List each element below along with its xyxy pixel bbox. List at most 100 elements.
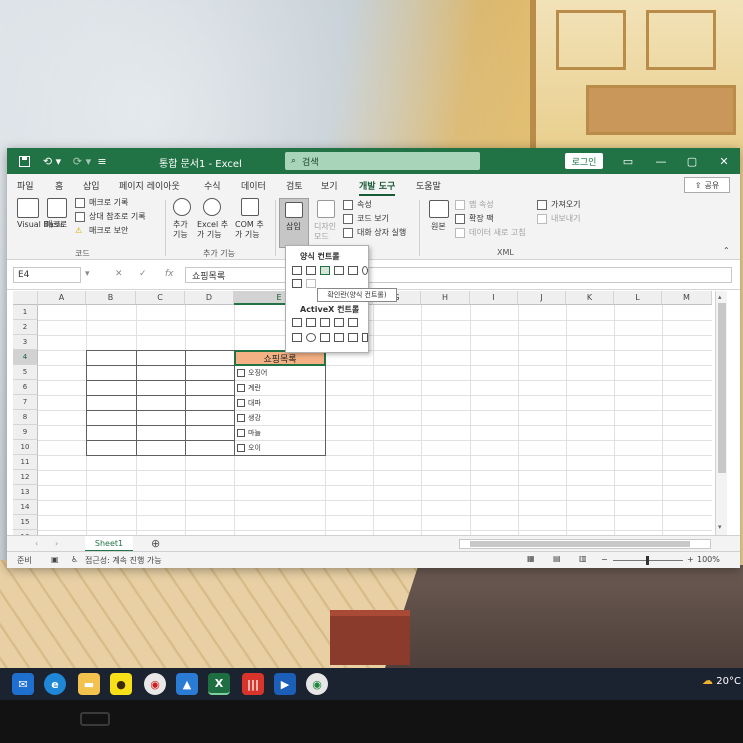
tab-page-layout[interactable]: 페이지 레이아웃: [119, 179, 180, 192]
worksheet-grid[interactable]: A B C D E F G H I J K L M 1 2 3 4 5 6 7 …: [7, 291, 740, 535]
column-header[interactable]: C: [136, 291, 185, 305]
login-button[interactable]: 로그인: [565, 153, 603, 169]
macro-security-button[interactable]: 매크로 보안: [89, 226, 128, 236]
map-properties-button[interactable]: 맵 속성: [469, 200, 494, 210]
redo-icon[interactable]: ⟳ ▾: [69, 152, 95, 170]
column-header[interactable]: L: [614, 291, 662, 305]
checkbox-item[interactable]: 오징어: [237, 368, 267, 378]
addins-label[interactable]: 추가 기능: [173, 220, 195, 240]
column-header[interactable]: K: [566, 291, 614, 305]
tab-data[interactable]: 데이터: [241, 179, 266, 192]
xml-source-icon[interactable]: [429, 200, 449, 218]
checkbox-icon[interactable]: [237, 384, 245, 392]
checkbox-icon[interactable]: [237, 429, 245, 437]
activex-label-icon[interactable]: [320, 333, 330, 342]
insert-function-icon[interactable]: fx: [165, 269, 174, 279]
visual-basic-label[interactable]: Visual Basic: [17, 220, 65, 230]
collapse-ribbon-icon[interactable]: ⌃: [723, 246, 730, 256]
macro-record-icon[interactable]: ▣: [51, 555, 59, 564]
column-header[interactable]: I: [470, 291, 518, 305]
com-addins-icon[interactable]: [241, 198, 259, 216]
zoom-slider-thumb[interactable]: [646, 556, 649, 565]
chrome-canary-icon[interactable]: ◉: [144, 673, 166, 695]
photos-icon[interactable]: ▲: [176, 673, 198, 695]
save-icon[interactable]: [17, 152, 31, 170]
xml-source-label[interactable]: 원본: [431, 222, 446, 232]
checkbox-control-icon[interactable]: [320, 266, 330, 275]
import-button[interactable]: 가져오기: [551, 200, 580, 210]
visual-basic-icon[interactable]: [17, 198, 39, 218]
tab-developer[interactable]: 개발 도구: [359, 179, 396, 196]
close-icon[interactable]: ✕: [715, 152, 733, 170]
button-control-icon[interactable]: [292, 266, 302, 275]
ribbon-display-icon[interactable]: ▭: [619, 152, 637, 170]
checkbox-item[interactable]: 계란: [237, 383, 261, 393]
row-header[interactable]: 5: [13, 365, 38, 380]
tab-formulas[interactable]: 수식: [204, 179, 221, 192]
activex-combo-icon[interactable]: [306, 318, 316, 327]
kakaotalk-icon[interactable]: ●: [110, 673, 132, 695]
label-control-icon[interactable]: [306, 279, 316, 288]
scroll-up-icon[interactable]: ▴: [718, 293, 722, 301]
search-input[interactable]: ⌕ 검색: [285, 152, 480, 170]
column-header[interactable]: A: [38, 291, 86, 305]
addins-icon[interactable]: [173, 198, 191, 216]
group-box-control-icon[interactable]: [292, 279, 302, 288]
mail-icon[interactable]: ✉: [12, 673, 34, 695]
row-header[interactable]: 9: [13, 425, 38, 440]
tab-home[interactable]: 홈: [55, 179, 63, 192]
scroll-down-icon[interactable]: ▾: [718, 523, 722, 531]
vertical-scrollbar[interactable]: ▴ ▾: [715, 291, 727, 535]
row-header[interactable]: 15: [13, 515, 38, 530]
activex-toggle-icon[interactable]: [348, 333, 358, 342]
media-player-icon[interactable]: ▶: [274, 673, 296, 695]
tab-insert[interactable]: 삽입: [83, 179, 100, 192]
checkbox-item[interactable]: 생강: [237, 413, 261, 423]
row-header[interactable]: 11: [13, 455, 38, 470]
enter-formula-icon[interactable]: ✓: [139, 269, 147, 279]
customize-toolbar-icon[interactable]: ≡: [97, 152, 107, 170]
activex-button-icon[interactable]: [292, 318, 302, 327]
checkbox-icon[interactable]: [237, 399, 245, 407]
select-all-corner[interactable]: [13, 291, 38, 305]
formula-input[interactable]: 쇼핑목록: [185, 267, 732, 283]
design-mode-label[interactable]: 디자인 모드: [314, 222, 338, 242]
add-sheet-icon[interactable]: ⊕: [151, 537, 160, 550]
checkbox-item[interactable]: 오이: [237, 443, 261, 453]
file-explorer-icon[interactable]: ▬: [78, 673, 100, 695]
activex-image-icon[interactable]: [334, 333, 344, 342]
accessibility-icon[interactable]: ♿: [71, 555, 78, 564]
horizontal-scrollbar[interactable]: [459, 539, 711, 549]
zoom-in-icon[interactable]: +: [687, 555, 694, 564]
accessibility-status[interactable]: 접근성: 계속 진행 가능: [85, 555, 162, 566]
row-header[interactable]: 14: [13, 500, 38, 515]
column-header[interactable]: M: [662, 291, 712, 305]
column-header[interactable]: J: [518, 291, 566, 305]
run-dialog-button[interactable]: 대화 상자 실행: [357, 228, 406, 238]
prev-sheet-icon[interactable]: ‹: [35, 539, 38, 548]
export-button[interactable]: 내보내기: [551, 214, 580, 224]
excel-addins-label[interactable]: Excel 추가 기능: [197, 220, 231, 240]
weather-icon[interactable]: ☁: [702, 674, 713, 687]
cancel-formula-icon[interactable]: ✕: [115, 269, 123, 279]
horizontal-scroll-thumb[interactable]: [470, 541, 690, 547]
winrar-icon[interactable]: |||: [242, 673, 264, 695]
tab-help[interactable]: 도움말: [416, 179, 441, 192]
list-box-control-icon[interactable]: [348, 266, 358, 275]
row-header[interactable]: 12: [13, 470, 38, 485]
expansion-packs-button[interactable]: 확장 팩: [469, 214, 494, 224]
column-header[interactable]: D: [185, 291, 234, 305]
combo-box-control-icon[interactable]: [306, 266, 316, 275]
tab-view[interactable]: 보기: [321, 179, 338, 192]
row-header[interactable]: 10: [13, 440, 38, 455]
row-header[interactable]: 3: [13, 335, 38, 350]
undo-icon[interactable]: ⟲ ▾: [39, 152, 65, 170]
chrome-icon[interactable]: ◉: [306, 673, 328, 695]
design-mode-icon[interactable]: [317, 200, 335, 218]
tab-file[interactable]: 파일: [17, 179, 34, 192]
more-controls-icon[interactable]: [362, 333, 368, 342]
share-button[interactable]: ⇪ 공유: [684, 177, 730, 193]
name-box[interactable]: E4: [13, 267, 81, 283]
name-box-dropdown-icon[interactable]: ▾: [85, 269, 90, 279]
row-header[interactable]: 4: [13, 350, 38, 365]
